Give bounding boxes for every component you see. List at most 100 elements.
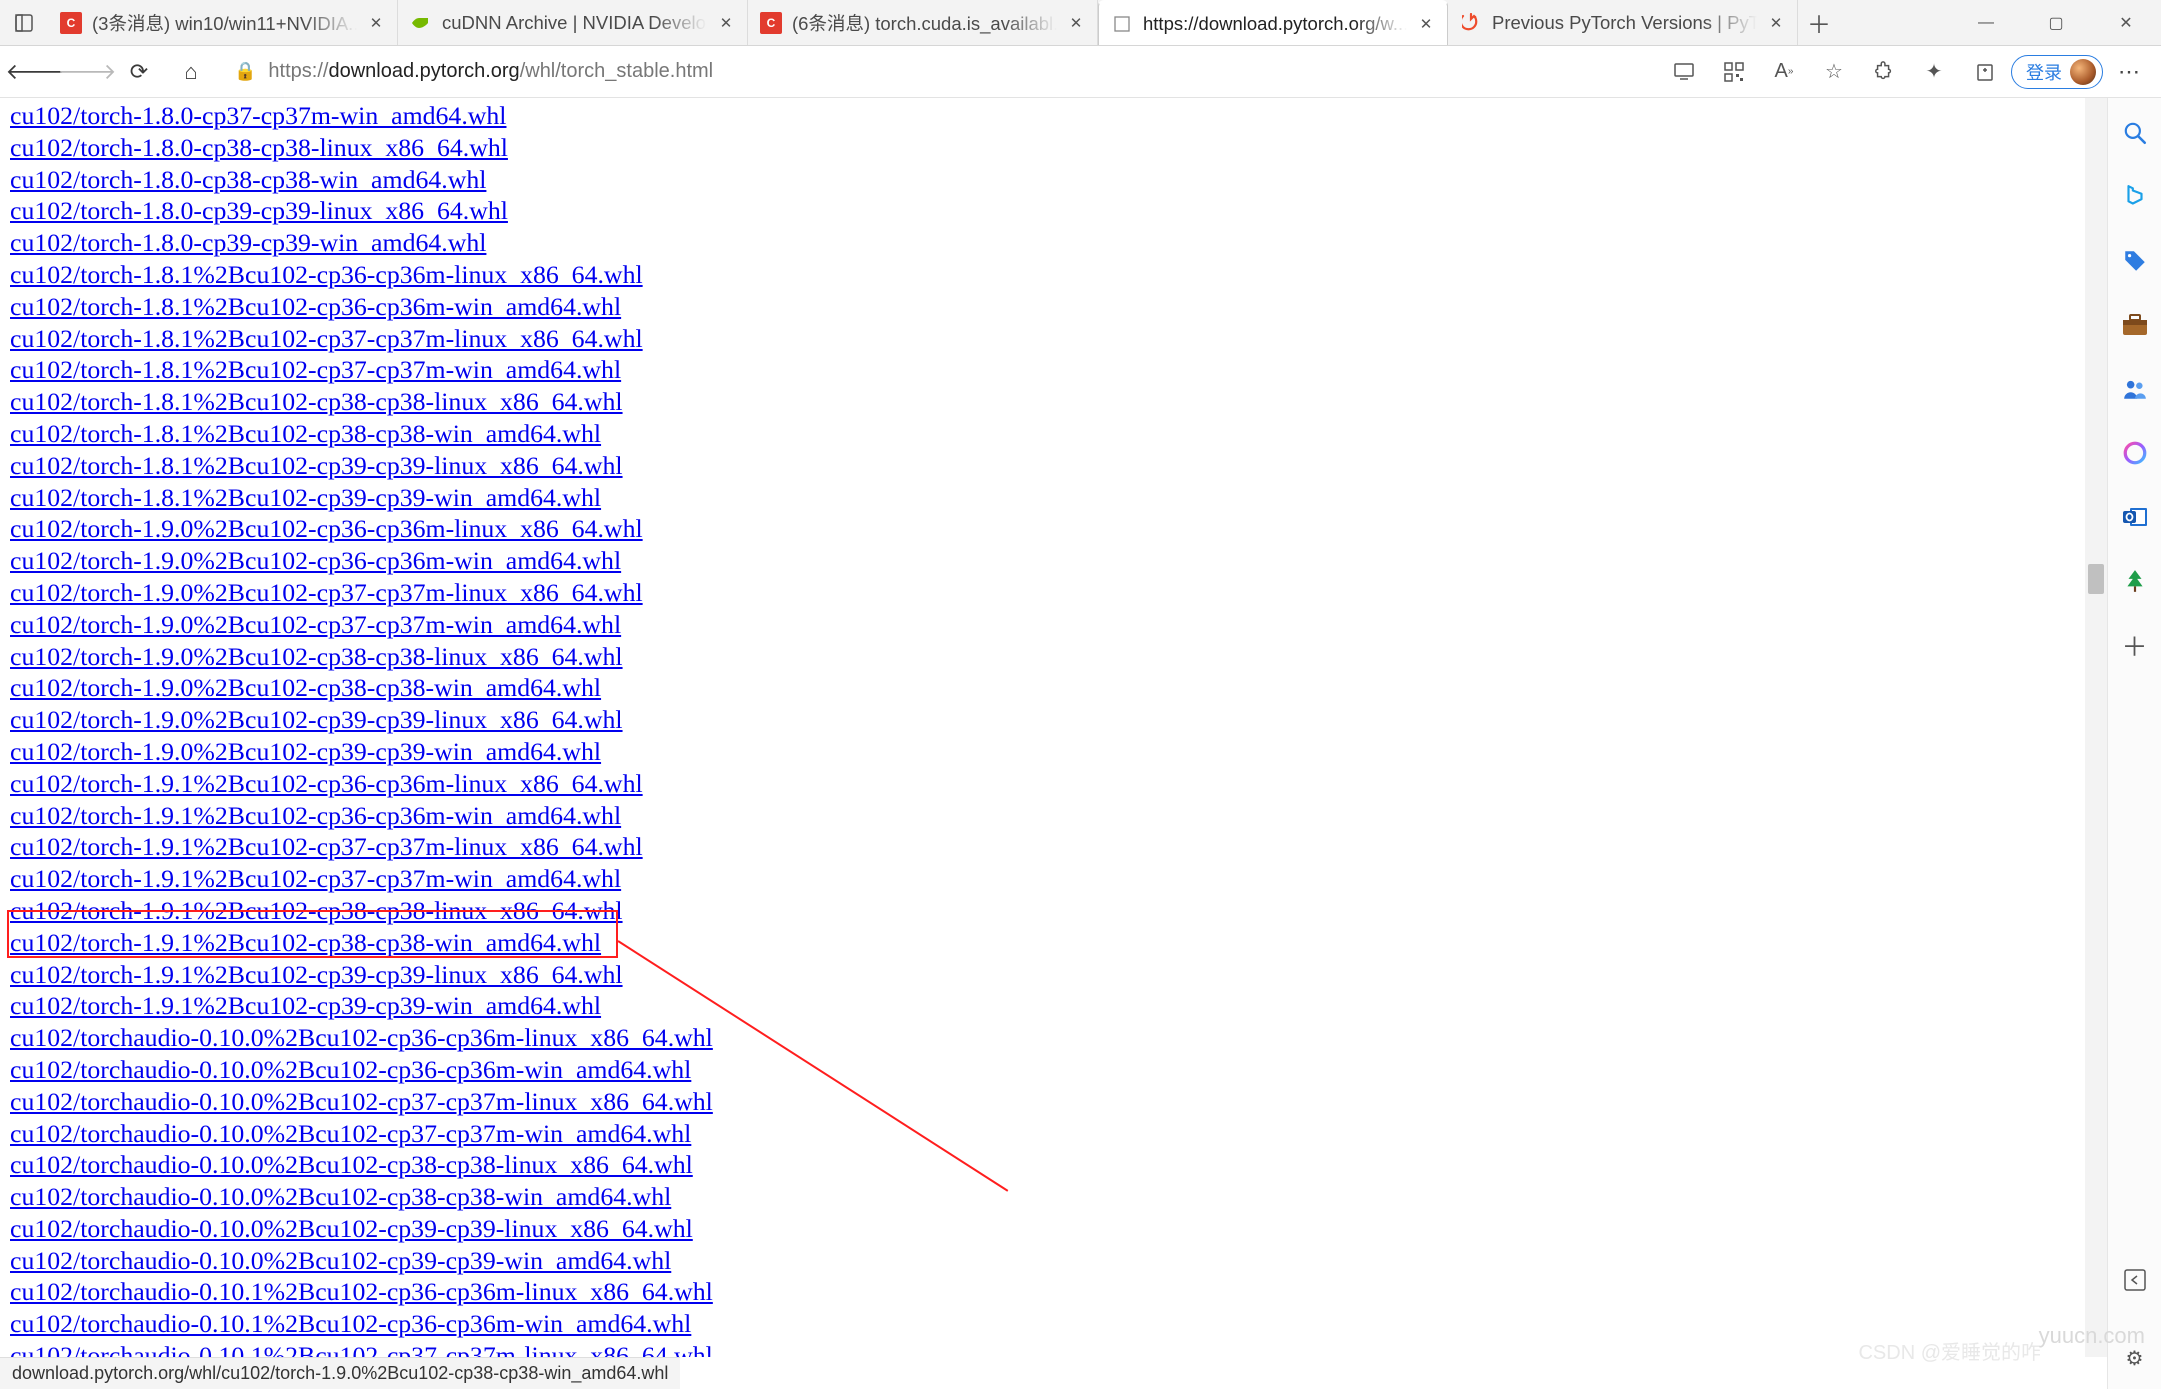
tab-2[interactable]: C(6条消息) torch.cuda.is_availabl...✕: [748, 0, 1098, 45]
whl-link[interactable]: cu102/torch-1.9.0%2Bcu102-cp37-cp37m-win…: [10, 610, 621, 639]
settings-icon[interactable]: ⚙: [2118, 1341, 2152, 1375]
whl-link[interactable]: cu102/torch-1.9.1%2Bcu102-cp38-cp38-linu…: [10, 896, 623, 925]
read-aloud-icon[interactable]: A»: [1761, 52, 1807, 92]
search-icon[interactable]: [2118, 116, 2152, 150]
whl-link[interactable]: cu102/torch-1.9.1%2Bcu102-cp39-cp39-win_…: [10, 991, 601, 1020]
window-maximize-button[interactable]: ▢: [2021, 0, 2091, 45]
whl-link[interactable]: cu102/torch-1.8.1%2Bcu102-cp36-cp36m-win…: [10, 292, 621, 321]
whl-link-row: cu102/torchaudio-0.10.1%2Bcu102-cp36-cp3…: [10, 1308, 2097, 1340]
tab-label: (3条消息) win10/win11+NVIDIA...: [92, 10, 357, 36]
sidebar-add-icon[interactable]: ＋: [2118, 628, 2152, 662]
whl-link[interactable]: cu102/torch-1.8.1%2Bcu102-cp37-cp37m-win…: [10, 355, 621, 384]
tab-3[interactable]: https://download.pytorch.org/w... ✕: [1098, 0, 1448, 45]
whl-link[interactable]: cu102/torch-1.9.1%2Bcu102-cp37-cp37m-win…: [10, 864, 621, 893]
favorite-icon[interactable]: ☆: [1811, 52, 1857, 92]
close-tab-icon[interactable]: ✕: [1417, 15, 1435, 33]
whl-link-row: cu102/torch-1.8.0-cp38-cp38-win_amd64.wh…: [10, 164, 2097, 196]
tab-4[interactable]: Previous PyTorch Versions | PyT... ✕: [1448, 0, 1798, 45]
whl-link-row: cu102/torchaudio-0.10.0%2Bcu102-cp39-cp3…: [10, 1213, 2097, 1245]
whl-link[interactable]: cu102/torch-1.9.0%2Bcu102-cp36-cp36m-win…: [10, 546, 621, 575]
new-tab-button[interactable]: ＋: [1798, 0, 1840, 45]
whl-link[interactable]: cu102/torch-1.8.0-cp39-cp39-win_amd64.wh…: [10, 228, 486, 257]
address-bar[interactable]: 🔒 https://download.pytorch.org/whl/torch…: [218, 53, 1659, 91]
whl-link[interactable]: cu102/torch-1.9.1%2Bcu102-cp38-cp38-win_…: [10, 928, 601, 957]
whl-link[interactable]: cu102/torchaudio-0.10.0%2Bcu102-cp37-cp3…: [10, 1119, 691, 1148]
login-label: 登录: [2026, 59, 2062, 85]
tab-label: https://download.pytorch.org/w...: [1143, 13, 1407, 35]
outlook-icon[interactable]: [2118, 500, 2152, 534]
tab-1[interactable]: cuDNN Archive | NVIDIA Develo...✕: [398, 0, 748, 45]
collections-icon[interactable]: [1961, 52, 2007, 92]
whl-link[interactable]: cu102/torchaudio-0.10.0%2Bcu102-cp37-cp3…: [10, 1087, 713, 1116]
bing-chat-icon[interactable]: [2118, 180, 2152, 214]
more-menu-button[interactable]: ⋯: [2107, 59, 2151, 85]
shopping-tag-icon[interactable]: [2118, 244, 2152, 278]
whl-link[interactable]: cu102/torch-1.9.0%2Bcu102-cp37-cp37m-lin…: [10, 578, 643, 607]
whl-link-row: cu102/torch-1.9.0%2Bcu102-cp36-cp36m-lin…: [10, 513, 2097, 545]
toolbox-icon[interactable]: [2118, 308, 2152, 342]
whl-link[interactable]: cu102/torchaudio-0.10.0%2Bcu102-cp39-cp3…: [10, 1214, 693, 1243]
tab-0[interactable]: C(3条消息) win10/win11+NVIDIA...✕: [48, 0, 398, 45]
whl-link-row: cu102/torchaudio-0.10.1%2Bcu102-cp36-cp3…: [10, 1276, 2097, 1308]
home-button[interactable]: ⌂: [166, 52, 216, 92]
close-tab-icon[interactable]: ✕: [1767, 14, 1785, 32]
whl-link[interactable]: cu102/torchaudio-0.10.0%2Bcu102-cp38-cp3…: [10, 1150, 693, 1179]
scrollbar-thumb[interactable]: [2088, 564, 2104, 594]
whl-link[interactable]: cu102/torch-1.8.1%2Bcu102-cp38-cp38-linu…: [10, 387, 623, 416]
whl-link[interactable]: cu102/torch-1.9.1%2Bcu102-cp36-cp36m-win…: [10, 801, 621, 830]
whl-link[interactable]: cu102/torch-1.9.0%2Bcu102-cp39-cp39-win_…: [10, 737, 601, 766]
whl-link[interactable]: cu102/torch-1.8.1%2Bcu102-cp37-cp37m-lin…: [10, 324, 643, 353]
close-tab-icon[interactable]: ✕: [717, 14, 735, 32]
whl-link[interactable]: cu102/torchaudio-0.10.0%2Bcu102-cp38-cp3…: [10, 1182, 671, 1211]
whl-link[interactable]: cu102/torch-1.8.1%2Bcu102-cp38-cp38-win_…: [10, 419, 601, 448]
desktop-app-icon[interactable]: [1661, 52, 1707, 92]
tab-actions-icon[interactable]: [0, 0, 48, 45]
sidebar-expand-icon[interactable]: [2118, 1263, 2152, 1297]
whl-link-row: cu102/torch-1.9.1%2Bcu102-cp38-cp38-win_…: [10, 927, 2097, 959]
whl-link[interactable]: cu102/torchaudio-0.10.1%2Bcu102-cp36-cp3…: [10, 1309, 691, 1338]
window-minimize-button[interactable]: —: [1951, 0, 2021, 45]
whl-link-row: cu102/torchaudio-0.10.0%2Bcu102-cp38-cp3…: [10, 1149, 2097, 1181]
whl-link-row: cu102/torch-1.9.1%2Bcu102-cp39-cp39-win_…: [10, 990, 2097, 1022]
favorites-bar-icon[interactable]: ✦: [1911, 52, 1957, 92]
whl-link[interactable]: cu102/torch-1.9.1%2Bcu102-cp36-cp36m-lin…: [10, 769, 643, 798]
whl-link-row: cu102/torch-1.8.1%2Bcu102-cp36-cp36m-win…: [10, 291, 2097, 323]
tree-icon[interactable]: [2118, 564, 2152, 598]
whl-link[interactable]: cu102/torch-1.9.0%2Bcu102-cp39-cp39-linu…: [10, 705, 623, 734]
window-close-button[interactable]: ✕: [2091, 0, 2161, 45]
whl-link-row: cu102/torchaudio-0.10.0%2Bcu102-cp36-cp3…: [10, 1022, 2097, 1054]
whl-link[interactable]: cu102/torch-1.9.0%2Bcu102-cp36-cp36m-lin…: [10, 514, 643, 543]
close-tab-icon[interactable]: ✕: [367, 14, 385, 32]
whl-link[interactable]: cu102/torch-1.8.0-cp38-cp38-linux_x86_64…: [10, 133, 508, 162]
close-tab-icon[interactable]: ✕: [1067, 14, 1085, 32]
qr-icon[interactable]: [1711, 52, 1757, 92]
status-bar: download.pytorch.org/whl/cu102/torch-1.9…: [0, 1357, 680, 1389]
whl-link[interactable]: cu102/torch-1.9.0%2Bcu102-cp38-cp38-win_…: [10, 673, 601, 702]
whl-link[interactable]: cu102/torch-1.9.1%2Bcu102-cp39-cp39-linu…: [10, 960, 623, 989]
whl-link[interactable]: cu102/torch-1.8.1%2Bcu102-cp36-cp36m-lin…: [10, 260, 643, 289]
extensions-icon[interactable]: [1861, 52, 1907, 92]
whl-link[interactable]: cu102/torch-1.8.0-cp39-cp39-linux_x86_64…: [10, 196, 508, 225]
copilot-icon[interactable]: [2118, 436, 2152, 470]
whl-link[interactable]: cu102/torchaudio-0.10.0%2Bcu102-cp36-cp3…: [10, 1023, 713, 1052]
whl-link[interactable]: cu102/torch-1.8.1%2Bcu102-cp39-cp39-linu…: [10, 451, 623, 480]
whl-link-row: cu102/torch-1.9.1%2Bcu102-cp39-cp39-linu…: [10, 959, 2097, 991]
back-button[interactable]: 🡐: [10, 52, 60, 92]
whl-link-row: cu102/torchaudio-0.10.0%2Bcu102-cp38-cp3…: [10, 1181, 2097, 1213]
whl-link-row: cu102/torch-1.9.0%2Bcu102-cp39-cp39-win_…: [10, 736, 2097, 768]
tab-label: Previous PyTorch Versions | PyT...: [1492, 12, 1757, 34]
refresh-button[interactable]: ⟳: [114, 52, 164, 92]
whl-link[interactable]: cu102/torchaudio-0.10.0%2Bcu102-cp36-cp3…: [10, 1055, 691, 1084]
whl-link[interactable]: cu102/torch-1.8.0-cp37-cp37m-win_amd64.w…: [10, 101, 506, 130]
whl-link[interactable]: cu102/torchaudio-0.10.1%2Bcu102-cp37-cp3…: [10, 1341, 713, 1357]
whl-link[interactable]: cu102/torch-1.9.0%2Bcu102-cp38-cp38-linu…: [10, 642, 623, 671]
whl-link[interactable]: cu102/torchaudio-0.10.0%2Bcu102-cp39-cp3…: [10, 1246, 671, 1275]
whl-link[interactable]: cu102/torchaudio-0.10.1%2Bcu102-cp36-cp3…: [10, 1277, 713, 1306]
status-text: download.pytorch.org/whl/cu102/torch-1.9…: [12, 1363, 668, 1384]
whl-link[interactable]: cu102/torch-1.8.0-cp38-cp38-win_amd64.wh…: [10, 165, 486, 194]
login-button[interactable]: 登录: [2011, 55, 2103, 89]
whl-link[interactable]: cu102/torch-1.8.1%2Bcu102-cp39-cp39-win_…: [10, 483, 601, 512]
whl-link[interactable]: cu102/torch-1.9.1%2Bcu102-cp37-cp37m-lin…: [10, 832, 643, 861]
vertical-scrollbar[interactable]: [2085, 98, 2107, 1357]
people-icon[interactable]: [2118, 372, 2152, 406]
